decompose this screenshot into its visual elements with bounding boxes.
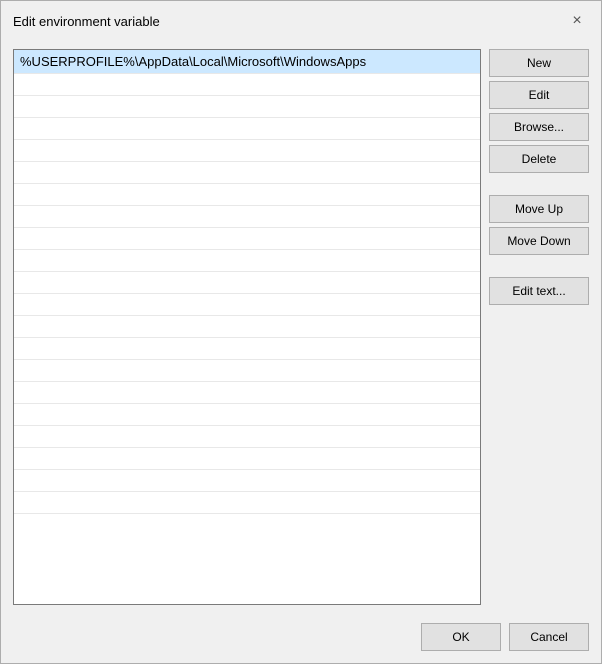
list-item[interactable]	[14, 206, 480, 228]
footer: OK Cancel	[1, 615, 601, 663]
list-item[interactable]	[14, 338, 480, 360]
env-variable-list[interactable]: %USERPROFILE%\AppData\Local\Microsoft\Wi…	[13, 49, 481, 605]
list-item[interactable]	[14, 316, 480, 338]
list-item[interactable]	[14, 382, 480, 404]
content-area: %USERPROFILE%\AppData\Local\Microsoft\Wi…	[1, 39, 601, 615]
list-item[interactable]: %USERPROFILE%\AppData\Local\Microsoft\Wi…	[14, 50, 480, 74]
list-item[interactable]	[14, 228, 480, 250]
move-down-button[interactable]: Move Down	[489, 227, 589, 255]
buttons-panel: New Edit Browse... Delete Move Up Move D…	[489, 49, 589, 605]
browse-button[interactable]: Browse...	[489, 113, 589, 141]
list-item[interactable]	[14, 250, 480, 272]
list-item[interactable]	[14, 426, 480, 448]
list-item[interactable]	[14, 492, 480, 514]
spacer-1	[489, 177, 589, 191]
spacer-2	[489, 259, 589, 273]
ok-button[interactable]: OK	[421, 623, 501, 651]
list-item[interactable]	[14, 162, 480, 184]
new-button[interactable]: New	[489, 49, 589, 77]
list-item[interactable]	[14, 140, 480, 162]
cancel-button[interactable]: Cancel	[509, 623, 589, 651]
list-item[interactable]	[14, 74, 480, 96]
list-item[interactable]	[14, 272, 480, 294]
title-bar: Edit environment variable ×	[1, 1, 601, 39]
edit-button[interactable]: Edit	[489, 81, 589, 109]
list-item[interactable]	[14, 360, 480, 382]
delete-button[interactable]: Delete	[489, 145, 589, 173]
dialog: Edit environment variable × %USERPROFILE…	[0, 0, 602, 664]
list-item[interactable]	[14, 294, 480, 316]
list-item[interactable]	[14, 404, 480, 426]
move-up-button[interactable]: Move Up	[489, 195, 589, 223]
close-button[interactable]: ×	[565, 9, 589, 33]
list-item[interactable]	[14, 118, 480, 140]
list-item[interactable]	[14, 184, 480, 206]
list-item[interactable]	[14, 470, 480, 492]
dialog-title: Edit environment variable	[13, 14, 160, 29]
list-item[interactable]	[14, 96, 480, 118]
list-item[interactable]	[14, 448, 480, 470]
edit-text-button[interactable]: Edit text...	[489, 277, 589, 305]
